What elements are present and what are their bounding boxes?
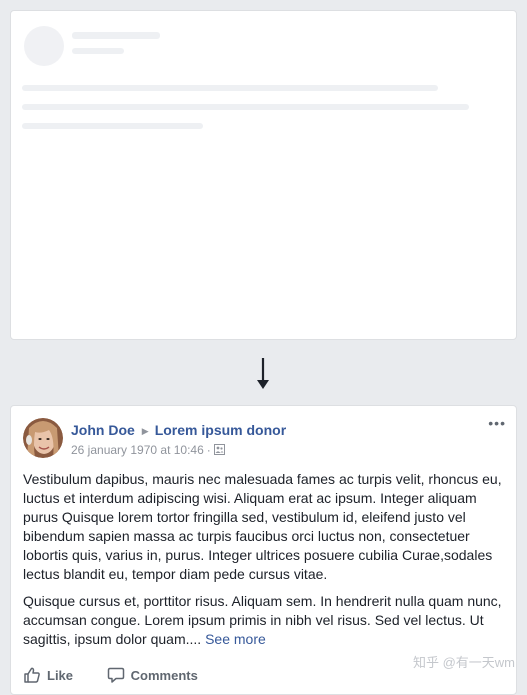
thumbs-up-icon <box>24 667 40 683</box>
post-timestamp[interactable]: 26 january 1970 at 10:46 <box>71 443 204 457</box>
skeleton-line <box>72 32 160 39</box>
post-meta: 26 january 1970 at 10:46 · <box>71 443 225 457</box>
skeleton-line <box>22 104 469 110</box>
watermark: 知乎 @有一天wm <box>412 655 515 670</box>
meta-separator: · <box>206 443 211 457</box>
skeleton-avatar <box>24 26 64 66</box>
skeleton-post-card <box>10 10 517 340</box>
arrow-down-icon <box>257 358 269 389</box>
comments-button[interactable]: Comments <box>107 666 198 684</box>
more-options-button[interactable]: ••• <box>488 416 506 430</box>
avatar[interactable] <box>23 418 63 458</box>
triangle-right-icon: ▶ <box>141 426 149 436</box>
skeleton-line <box>22 85 438 91</box>
post-paragraph: Quisque cursus et, porttitor risus. Aliq… <box>23 592 507 649</box>
post-actions: Like Comments <box>23 666 228 686</box>
like-label: Like <box>47 667 74 683</box>
skeleton-line <box>22 123 203 129</box>
comments-label: Comments <box>130 667 198 683</box>
author-link[interactable]: John Doe <box>71 422 135 438</box>
see-more-link[interactable]: See more <box>205 631 266 647</box>
target-link[interactable]: Lorem ipsum donor <box>155 422 286 438</box>
comment-icon <box>107 667 124 683</box>
post-body: Vestibulum dapibus, mauris nec malesuada… <box>23 470 507 657</box>
post-header: John Doe ▶ Lorem ipsum donor <box>71 422 286 438</box>
people-icon[interactable] <box>213 444 225 455</box>
skeleton-line <box>72 48 124 54</box>
post-paragraph: Vestibulum dapibus, mauris nec malesuada… <box>23 471 502 582</box>
like-button[interactable]: Like <box>23 666 73 684</box>
